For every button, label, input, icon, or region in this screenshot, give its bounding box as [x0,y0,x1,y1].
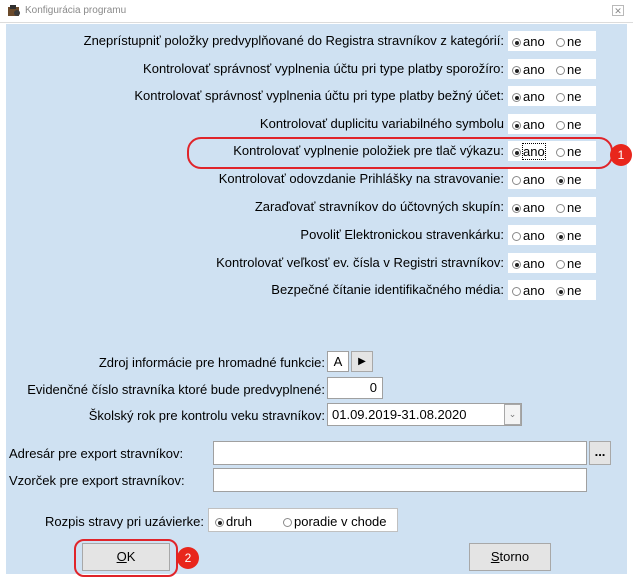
app-icon [8,5,20,16]
option-radio-group: ano ne [508,86,596,106]
chevron-down-icon[interactable]: ⌄ [504,404,521,425]
option-label: Zaraďovať stravníkov do účtovných skupín… [254,199,504,214]
highlight-annotation [74,539,178,577]
radio-ne[interactable]: ne [556,89,581,104]
evidencne-field[interactable]: 0 [327,377,383,399]
adresar-field[interactable] [213,441,587,465]
option-label: Zneprístupniť položky predvyplňované do … [83,33,504,48]
radio-ano[interactable]: ano [512,89,545,104]
radio-ne[interactable]: ne [556,62,581,77]
settings-panel: Zneprístupniť položky predvyplňované do … [6,24,632,543]
vzorcek-field[interactable] [213,468,587,492]
button-bar: OK 2 Storno [6,539,627,577]
option-radio-group: ano ne [508,225,596,245]
option-label: Kontrolovať správnosť vyplnenia účtu pri… [134,88,504,103]
option-label: Kontrolovať duplicitu variabilného symbo… [259,116,504,131]
radio-ano[interactable]: ano [512,34,545,49]
option-label: Povoliť Elektronickou stravenkárku: [300,227,504,242]
option-label: Bezpečné čítanie identifikačného média: [271,282,504,297]
radio-poradie[interactable]: poradie v chode [283,514,387,529]
option-label: Kontrolovať odovzdanie Prihlášky na stra… [218,171,504,186]
play-arrow-button[interactable]: ▶ [351,351,373,372]
radio-ano[interactable]: ano [512,228,545,243]
evidencne-label: Evidenčné číslo stravníka ktoré bude pre… [27,382,325,397]
radio-ne[interactable]: ne [556,172,581,187]
option-radio-group: ano ne [508,197,596,217]
option-radio-group: ano ne [508,253,596,273]
skolsky-label: Školský rok pre kontrolu veku stravníkov… [88,408,325,423]
skolsky-select[interactable]: 01.09.2019-31.08.2020 [327,403,522,426]
radio-ano[interactable]: ano [512,283,545,298]
radio-ano[interactable]: ano [512,200,545,215]
storno-button[interactable]: Storno [469,543,551,571]
option-radio-group: ano ne [508,169,596,189]
option-radio-group: ano ne [508,59,596,79]
option-radio-group: ano ne [508,280,596,300]
radio-ne[interactable]: ne [556,117,581,132]
radio-ano[interactable]: ano [512,172,545,187]
rozpis-radio-group: druh poradie v chode [208,508,398,532]
option-label: Kontrolovať správnosť vyplnenia účtu pri… [143,61,504,76]
option-radio-group: ano ne [508,31,596,51]
radio-ne[interactable]: ne [556,228,581,243]
highlight-annotation [187,137,613,169]
radio-ne[interactable]: ne [556,200,581,215]
title-bar: Konfigurácia programu ✕ [0,0,633,23]
browse-button[interactable]: ... [589,441,611,465]
radio-ne[interactable]: ne [556,34,581,49]
adresar-label: Adresár pre export stravníkov: [9,446,184,461]
radio-ne[interactable]: ne [556,283,581,298]
radio-ano[interactable]: ano [512,117,545,132]
window-title: Konfigurácia programu [25,5,127,16]
radio-ano[interactable]: ano [512,62,545,77]
configuration-window: Konfigurácia programu ✕ Zneprístupniť po… [0,0,633,577]
option-radio-group: ano ne [508,114,596,134]
radio-druh[interactable]: druh [215,514,252,529]
annotation-badge-1: 1 [610,144,632,166]
radio-ano[interactable]: ano [512,256,545,271]
option-label: Kontrolovať veľkosť ev. čísla v Registri… [216,255,504,270]
radio-ne[interactable]: ne [556,256,581,271]
rozpis-label: Rozpis stravy pri uzávierke: [45,514,204,529]
close-icon[interactable]: ✕ [612,5,624,16]
zdroj-label: Zdroj informácie pre hromadné funkcie: [98,355,325,370]
annotation-badge-2: 2 [177,547,199,569]
zdroj-field[interactable]: A [327,351,349,372]
vzorcek-label: Vzorček pre export stravníkov: [9,473,185,488]
